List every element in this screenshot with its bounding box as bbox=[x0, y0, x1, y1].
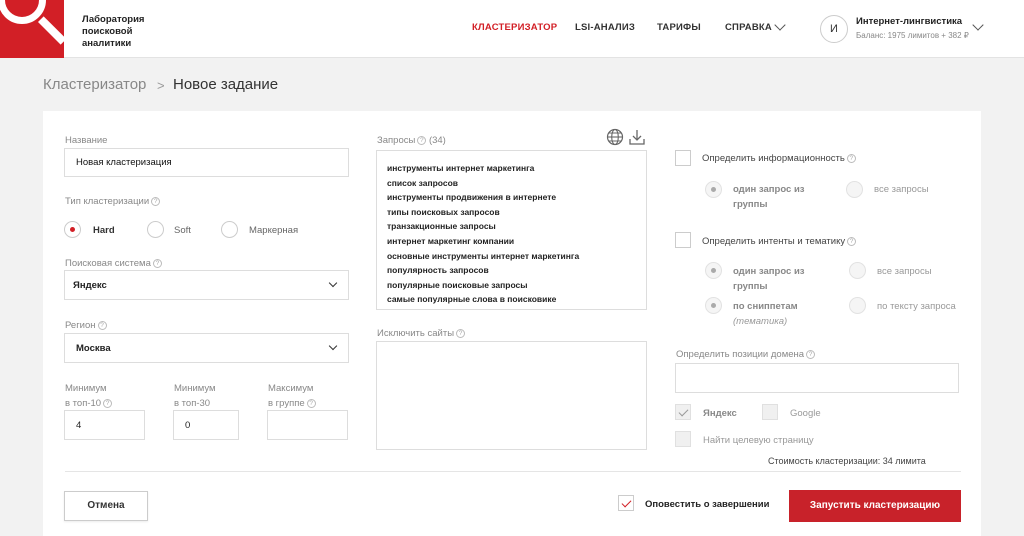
search-engine-label: Поисковая система? bbox=[65, 258, 162, 269]
google-checkbox[interactable] bbox=[762, 404, 778, 420]
clusterization-type-label: Тип кластеризации? bbox=[65, 196, 161, 207]
help-icon[interactable]: ? bbox=[847, 237, 857, 246]
name-input[interactable]: Новая кластеризация bbox=[64, 148, 349, 177]
intents-all-radio[interactable] bbox=[849, 262, 866, 279]
info-label: Определить информационность? bbox=[702, 153, 856, 164]
query-line: самые популярные слова в поисковике bbox=[387, 294, 557, 305]
yandex-label[interactable]: Яндекс bbox=[703, 408, 737, 419]
min-top10-label-1: Минимум bbox=[65, 383, 107, 394]
type-soft-radio[interactable] bbox=[147, 221, 164, 238]
yandex-checkbox[interactable] bbox=[675, 404, 691, 420]
nav-lsi-analysis[interactable]: LSI-АНАЛИЗ bbox=[575, 22, 635, 33]
queries-label: Запросы? (34) bbox=[377, 135, 446, 146]
type-hard-label[interactable]: Hard bbox=[93, 225, 115, 236]
intents-label: Определить интенты и тематику? bbox=[702, 236, 857, 247]
min-top10-label-2: в топ-10? bbox=[65, 398, 113, 409]
info-one-label-2[interactable]: группы bbox=[733, 199, 768, 210]
help-icon[interactable]: ? bbox=[103, 399, 113, 408]
notify-checkbox[interactable] bbox=[618, 495, 634, 511]
logo-magnifier-icon[interactable] bbox=[0, 0, 64, 58]
min-top10-input[interactable]: 4 bbox=[64, 410, 145, 440]
target-page-label[interactable]: Найти целевую страницу bbox=[703, 435, 814, 446]
type-soft-label[interactable]: Soft bbox=[174, 225, 191, 236]
help-icon[interactable]: ? bbox=[456, 329, 466, 338]
max-group-input[interactable] bbox=[267, 410, 348, 440]
help-icon[interactable]: ? bbox=[806, 350, 816, 359]
intents-snippets-radio[interactable] bbox=[705, 297, 722, 314]
type-hard-radio[interactable] bbox=[64, 221, 81, 238]
queries-textarea[interactable]: инструменты интернет маркетинга список з… bbox=[376, 150, 647, 310]
max-group-label-1: Максимум bbox=[268, 383, 314, 394]
help-icon[interactable]: ? bbox=[152, 259, 162, 268]
exclude-sites-label: Исключить сайты? bbox=[377, 328, 466, 339]
target-page-checkbox[interactable] bbox=[675, 431, 691, 447]
query-line: типы поисковых запросов bbox=[387, 206, 500, 217]
min-top30-label-2: в топ-30 bbox=[174, 398, 211, 409]
query-line: инструменты интернет маркетинга bbox=[387, 163, 535, 173]
query-line: популярные поисковые запросы bbox=[387, 279, 528, 290]
search-engine-select[interactable]: Яндекс bbox=[64, 270, 349, 300]
new-task-form: Название Новая кластеризация Тип кластер… bbox=[43, 111, 981, 536]
intents-one-label-2[interactable]: группы bbox=[733, 281, 768, 292]
region-label: Регион? bbox=[65, 320, 107, 331]
query-line: интернет маркетинг компании bbox=[387, 235, 515, 246]
breadcrumb-root[interactable]: Кластеризатор bbox=[43, 76, 146, 93]
help-icon[interactable]: ? bbox=[417, 136, 427, 145]
region-select[interactable]: Москва bbox=[64, 333, 349, 363]
intents-snippets-label[interactable]: по сниппетам bbox=[733, 301, 798, 312]
intents-one-label-1[interactable]: один запрос из bbox=[733, 266, 805, 277]
account-balance: Баланс: 1975 лимитов + 382 ₽ bbox=[856, 31, 969, 40]
min-top30-input[interactable]: 0 bbox=[173, 410, 239, 440]
nav-help[interactable]: СПРАВКА bbox=[725, 22, 772, 33]
intents-snippets-sublabel: (тематика) bbox=[733, 316, 788, 327]
domain-positions-label: Определить позиции домена? bbox=[676, 349, 816, 360]
info-all-label[interactable]: все запросы bbox=[874, 184, 929, 195]
intents-query-text-label[interactable]: по тексту запроса bbox=[877, 301, 956, 312]
type-marker-radio[interactable] bbox=[221, 221, 238, 238]
breadcrumb-separator: > bbox=[157, 78, 165, 93]
account-name[interactable]: Интернет-лингвистика bbox=[856, 16, 962, 27]
domain-input[interactable] bbox=[675, 363, 959, 393]
top-bar: Лаборатория поисковой аналитики КЛАСТЕРИ… bbox=[0, 0, 1024, 58]
info-one-radio[interactable] bbox=[705, 181, 722, 198]
intents-query-text-radio[interactable] bbox=[849, 297, 866, 314]
query-line: основные инструменты интернет маркетинга bbox=[387, 250, 580, 261]
avatar[interactable]: И bbox=[820, 15, 848, 43]
cost-text: Стоимость кластеризации: 34 лимита bbox=[768, 456, 926, 466]
nav-tariffs[interactable]: ТАРИФЫ bbox=[657, 22, 701, 33]
help-icon[interactable]: ? bbox=[97, 321, 107, 330]
min-top30-label-1: Минимум bbox=[174, 383, 216, 394]
intents-all-label[interactable]: все запросы bbox=[877, 266, 932, 277]
help-chevron-down-icon[interactable] bbox=[774, 19, 786, 31]
exclude-sites-textarea[interactable] bbox=[376, 341, 647, 450]
page-title: Новое задание bbox=[173, 76, 279, 93]
download-icon[interactable] bbox=[628, 128, 646, 146]
intents-checkbox[interactable] bbox=[675, 232, 691, 248]
query-line: список запросов bbox=[387, 177, 459, 188]
max-group-label-2: в группе? bbox=[268, 398, 316, 409]
info-one-label-1[interactable]: один запрос из bbox=[733, 184, 805, 195]
run-clusterization-button[interactable]: Запустить кластеризацию bbox=[789, 490, 961, 522]
name-label: Название bbox=[65, 135, 108, 146]
account-chevron-down-icon[interactable] bbox=[972, 19, 984, 31]
info-checkbox[interactable] bbox=[675, 150, 691, 166]
notify-label[interactable]: Оповестить о завершении bbox=[645, 499, 769, 510]
help-icon[interactable]: ? bbox=[846, 154, 856, 163]
logo-text[interactable]: Лаборатория поисковой аналитики bbox=[82, 14, 182, 50]
query-line: транзакционные запросы bbox=[387, 221, 496, 232]
intents-one-radio[interactable] bbox=[705, 262, 722, 279]
help-icon[interactable]: ? bbox=[151, 197, 161, 206]
google-label[interactable]: Google bbox=[790, 408, 821, 419]
cancel-button[interactable]: Отмена bbox=[64, 491, 148, 521]
type-marker-label[interactable]: Маркерная bbox=[249, 225, 298, 236]
globe-icon[interactable] bbox=[606, 128, 624, 146]
query-line: популярность запросов bbox=[387, 265, 489, 276]
divider bbox=[65, 471, 961, 472]
nav-clusterizer[interactable]: КЛАСТЕРИЗАТОР bbox=[472, 22, 557, 33]
query-line: инструменты продвижения в интернете bbox=[387, 192, 557, 203]
help-icon[interactable]: ? bbox=[306, 399, 316, 408]
info-all-radio[interactable] bbox=[846, 181, 863, 198]
